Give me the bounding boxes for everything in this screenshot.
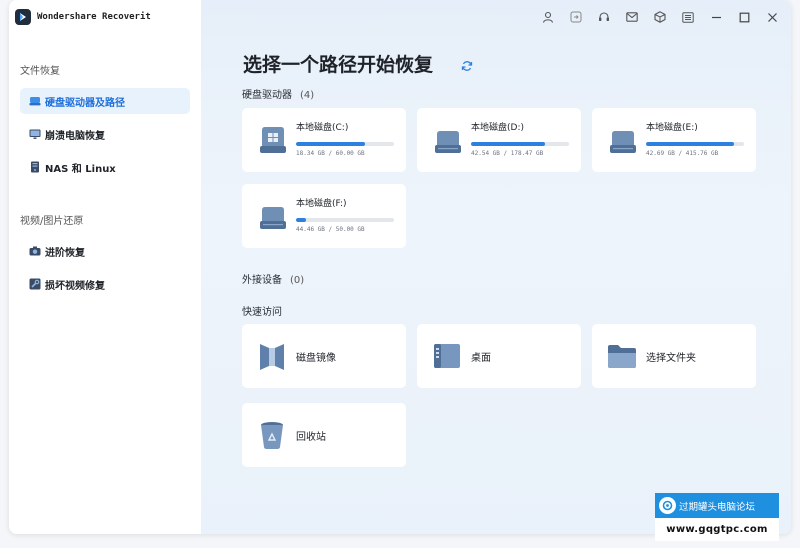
folder-icon bbox=[608, 345, 636, 368]
drive-icon bbox=[435, 131, 461, 153]
drive-name: 本地磁盘(E:) bbox=[646, 123, 698, 133]
refresh-icon[interactable] bbox=[461, 57, 473, 71]
drive-usage-bar bbox=[471, 142, 569, 146]
drive-usage-fill bbox=[296, 218, 306, 222]
login-icon[interactable] bbox=[567, 8, 585, 26]
app-header: Wondershare Recoverit bbox=[15, 9, 151, 25]
camera-icon bbox=[29, 245, 41, 257]
drive-size: 42.54 GB / 178.47 GB bbox=[471, 150, 544, 157]
drive-name: 本地磁盘(C:) bbox=[296, 123, 349, 133]
drive-icon bbox=[610, 131, 636, 153]
app-window: Wondershare Recoverit 文件恢复 硬盘驱动器及路径 崩溃电脑… bbox=[9, 0, 791, 534]
sidebar: Wondershare Recoverit 文件恢复 硬盘驱动器及路径 崩溃电脑… bbox=[9, 0, 201, 534]
sidebar-item-hard-drive[interactable]: 硬盘驱动器及路径 bbox=[20, 88, 190, 114]
drives-label: 硬盘驱动器 (4) bbox=[242, 86, 314, 101]
sidebar-item-nas-linux[interactable]: NAS 和 Linux bbox=[20, 154, 190, 180]
list-icon[interactable] bbox=[679, 8, 697, 26]
quick-item-label: 磁盘镜像 bbox=[296, 353, 336, 364]
page-title: 选择一个路径开始恢复 bbox=[243, 54, 434, 76]
close-icon[interactable] bbox=[763, 8, 781, 26]
section-file-recovery: 文件恢复 bbox=[20, 66, 60, 77]
drive-name: 本地磁盘(F:) bbox=[296, 199, 347, 209]
quick-item-label: 回收站 bbox=[296, 432, 326, 443]
quick-item-desktop[interactable]: 桌面 bbox=[417, 324, 581, 388]
drive-name: 本地磁盘(D:) bbox=[471, 123, 524, 133]
drive-size: 44.46 GB / 50.00 GB bbox=[296, 226, 365, 233]
drive-card-d[interactable]: 本地磁盘(D:) 42.54 GB / 178.47 GB bbox=[417, 108, 581, 172]
external-devices-label: 外接设备 (0) bbox=[242, 271, 304, 286]
drive-usage-fill bbox=[646, 142, 735, 146]
title-bar-controls bbox=[529, 8, 781, 26]
sidebar-item-crashed-pc[interactable]: 崩溃电脑恢复 bbox=[20, 121, 190, 147]
drive-usage-bar bbox=[646, 142, 744, 146]
monitor-icon bbox=[29, 128, 41, 140]
drive-size: 18.34 GB / 60.00 GB bbox=[296, 150, 365, 157]
sidebar-item-label: 崩溃电脑恢复 bbox=[45, 130, 105, 142]
sidebar-item-advanced-recovery[interactable]: 进阶恢复 bbox=[20, 238, 190, 264]
watermark-logo-icon bbox=[659, 497, 676, 514]
drive-icon bbox=[260, 207, 286, 229]
main-panel: 选择一个路径开始恢复 硬盘驱动器 (4) 本地磁盘(C:) 18.34 GB / … bbox=[201, 0, 791, 534]
cube-icon[interactable] bbox=[651, 8, 669, 26]
drives-count: (4) bbox=[300, 90, 315, 101]
recycle-bin-icon bbox=[261, 422, 283, 449]
quick-item-label: 桌面 bbox=[471, 353, 491, 364]
drive-usage-bar bbox=[296, 142, 394, 146]
desktop-icon bbox=[434, 344, 460, 368]
watermark-line2: www.gqgtpc.com bbox=[655, 518, 779, 541]
headset-icon[interactable] bbox=[595, 8, 613, 26]
app-title: Wondershare Recoverit bbox=[37, 12, 151, 22]
quick-item-label: 选择文件夹 bbox=[646, 353, 696, 364]
watermark-line1: 过期罐头电脑论坛 bbox=[679, 501, 756, 513]
disk-image-icon bbox=[260, 344, 284, 370]
windows-drive-icon bbox=[260, 127, 286, 153]
watermark-banner: 过期罐头电脑论坛 bbox=[655, 493, 779, 518]
drive-usage-fill bbox=[471, 142, 546, 146]
drives-label-text: 硬盘驱动器 bbox=[242, 90, 292, 101]
quick-access-label: 快速访问 bbox=[242, 307, 282, 318]
drive-usage-bar bbox=[296, 218, 394, 222]
user-icon[interactable] bbox=[539, 8, 557, 26]
external-label-text: 外接设备 bbox=[242, 275, 282, 286]
hard-drive-icon bbox=[29, 95, 41, 107]
drive-card-f[interactable]: 本地磁盘(F:) 44.46 GB / 50.00 GB bbox=[242, 184, 406, 248]
maximize-icon[interactable] bbox=[735, 8, 753, 26]
forum-watermark: 过期罐头电脑论坛 www.gqgtpc.com bbox=[655, 493, 779, 541]
quick-item-recycle-bin[interactable]: 回收站 bbox=[242, 403, 406, 467]
quick-item-choose-folder[interactable]: 选择文件夹 bbox=[592, 324, 756, 388]
video-repair-icon bbox=[29, 278, 41, 290]
external-count: (0) bbox=[290, 275, 305, 286]
drive-size: 42.69 GB / 415.76 GB bbox=[646, 150, 719, 157]
mail-icon[interactable] bbox=[623, 8, 641, 26]
section-video-photo: 视频/图片还原 bbox=[20, 216, 84, 227]
sidebar-item-label: 硬盘驱动器及路径 bbox=[45, 97, 125, 109]
drive-card-e[interactable]: 本地磁盘(E:) 42.69 GB / 415.76 GB bbox=[592, 108, 756, 172]
quick-item-disk-image[interactable]: 磁盘镜像 bbox=[242, 324, 406, 388]
minimize-icon[interactable] bbox=[707, 8, 725, 26]
sidebar-item-video-repair[interactable]: 损坏视频修复 bbox=[20, 271, 190, 297]
nas-icon bbox=[29, 161, 41, 173]
sidebar-item-label: NAS 和 Linux bbox=[45, 163, 116, 175]
drive-card-c[interactable]: 本地磁盘(C:) 18.34 GB / 60.00 GB bbox=[242, 108, 406, 172]
sidebar-item-label: 损坏视频修复 bbox=[45, 280, 105, 292]
sidebar-item-label: 进阶恢复 bbox=[45, 247, 85, 259]
drive-usage-fill bbox=[296, 142, 365, 146]
recoverit-logo-icon bbox=[15, 9, 31, 25]
